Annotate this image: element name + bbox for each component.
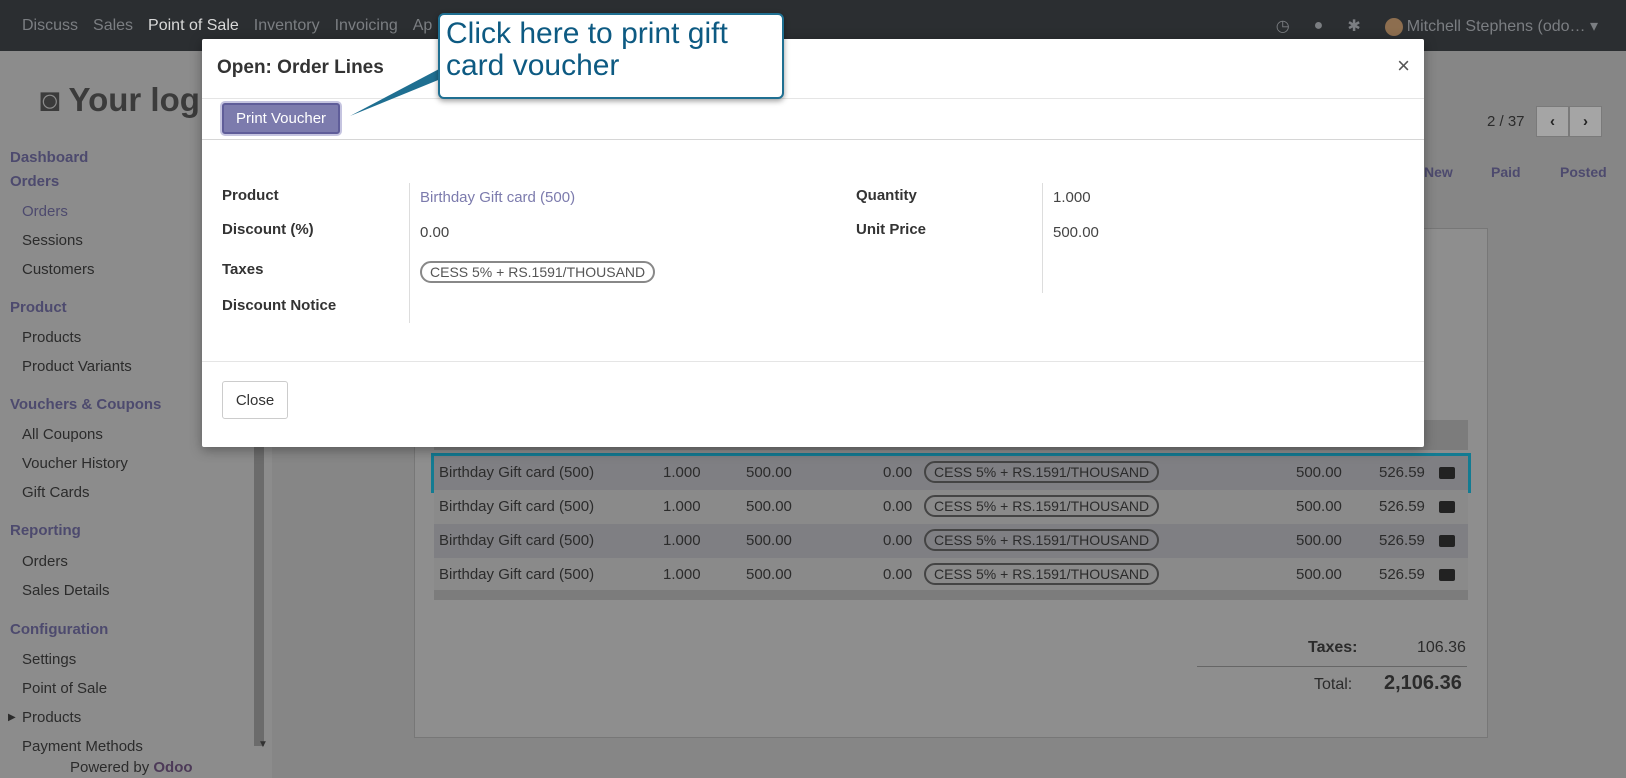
tooltip-callout: Click here to print gift card voucher	[438, 13, 784, 99]
tooltip-pointer	[350, 68, 448, 116]
